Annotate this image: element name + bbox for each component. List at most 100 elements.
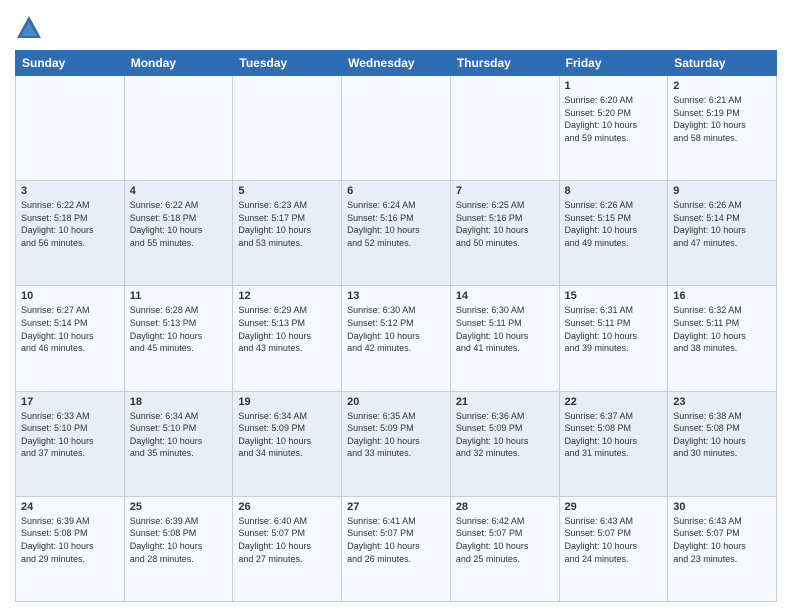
calendar-cell: 19Sunrise: 6:34 AM Sunset: 5:09 PM Dayli… — [233, 391, 342, 496]
cell-content: Sunrise: 6:22 AM Sunset: 5:18 PM Dayligh… — [130, 199, 228, 249]
calendar-cell: 17Sunrise: 6:33 AM Sunset: 5:10 PM Dayli… — [16, 391, 125, 496]
weekday-header: Saturday — [668, 51, 777, 76]
cell-content: Sunrise: 6:30 AM Sunset: 5:12 PM Dayligh… — [347, 304, 445, 354]
day-number: 16 — [673, 290, 771, 302]
day-number: 11 — [130, 290, 228, 302]
day-number: 17 — [21, 396, 119, 408]
calendar-row: 1 Sunrise: 6:20 AM Sunset: 5:20 PM Daylig… — [16, 76, 777, 181]
cell-content: Sunrise: 6:23 AM Sunset: 5:17 PM Dayligh… — [238, 199, 336, 249]
day-number: 8 — [565, 185, 663, 197]
cell-content: Sunrise: 6:22 AM Sunset: 5:18 PM Dayligh… — [21, 199, 119, 249]
cell-content: Sunrise: 6:25 AM Sunset: 5:16 PM Dayligh… — [456, 199, 554, 249]
page: SundayMondayTuesdayWednesdayThursdayFrid… — [0, 0, 792, 612]
weekday-header: Sunday — [16, 51, 125, 76]
calendar-cell: 12 Sunrise: 6:29 AM Sunset: 5:13 PM Dayli… — [233, 286, 342, 391]
day-number: 12 — [238, 290, 336, 302]
calendar-row: 24 Sunrise: 6:39 AM Sunset: 5:08 PM Dayli… — [16, 496, 777, 601]
cell-content: Sunrise: 6:42 AM Sunset: 5:07 PM Dayligh… — [456, 515, 554, 565]
calendar-cell: 22 Sunrise: 6:37 AM Sunset: 5:08 PM Dayli… — [559, 391, 668, 496]
calendar-cell: 18 Sunrise: 6:34 AM Sunset: 5:10 PM Dayli… — [124, 391, 233, 496]
calendar-cell: 25Sunrise: 6:39 AM Sunset: 5:08 PM Dayli… — [124, 496, 233, 601]
calendar-row: 3 Sunrise: 6:22 AM Sunset: 5:18 PM Daylig… — [16, 181, 777, 286]
day-number: 13 — [347, 290, 445, 302]
calendar-cell: 8 Sunrise: 6:26 AM Sunset: 5:15 PM Daylig… — [559, 181, 668, 286]
day-number: 30 — [673, 501, 771, 513]
logo-icon — [15, 14, 43, 42]
calendar-cell: 6Sunrise: 6:24 AM Sunset: 5:16 PM Daylig… — [342, 181, 451, 286]
weekday-header: Thursday — [450, 51, 559, 76]
cell-content: Sunrise: 6:34 AM Sunset: 5:10 PM Dayligh… — [130, 410, 228, 460]
weekday-header: Tuesday — [233, 51, 342, 76]
cell-content: Sunrise: 6:32 AM Sunset: 5:11 PM Dayligh… — [673, 304, 771, 354]
calendar-cell: 5 Sunrise: 6:23 AM Sunset: 5:17 PM Daylig… — [233, 181, 342, 286]
cell-content: Sunrise: 6:31 AM Sunset: 5:11 PM Dayligh… — [565, 304, 663, 354]
day-number: 28 — [456, 501, 554, 513]
day-number: 22 — [565, 396, 663, 408]
day-number: 27 — [347, 501, 445, 513]
calendar-cell: 26 Sunrise: 6:40 AM Sunset: 5:07 PM Dayli… — [233, 496, 342, 601]
day-number: 23 — [673, 396, 771, 408]
day-number: 4 — [130, 185, 228, 197]
cell-content: Sunrise: 6:35 AM Sunset: 5:09 PM Dayligh… — [347, 410, 445, 460]
calendar-cell: 28 Sunrise: 6:42 AM Sunset: 5:07 PM Dayli… — [450, 496, 559, 601]
weekday-header: Wednesday — [342, 51, 451, 76]
day-number: 10 — [21, 290, 119, 302]
calendar-cell: 3 Sunrise: 6:22 AM Sunset: 5:18 PM Daylig… — [16, 181, 125, 286]
day-number: 26 — [238, 501, 336, 513]
calendar-cell: 14 Sunrise: 6:30 AM Sunset: 5:11 PM Dayli… — [450, 286, 559, 391]
cell-content: Sunrise: 6:38 AM Sunset: 5:08 PM Dayligh… — [673, 410, 771, 460]
day-number: 7 — [456, 185, 554, 197]
cell-content: Sunrise: 6:43 AM Sunset: 5:07 PM Dayligh… — [673, 515, 771, 565]
calendar-cell: 30 Sunrise: 6:43 AM Sunset: 5:07 PM Dayli… — [668, 496, 777, 601]
calendar-row: 10 Sunrise: 6:27 AM Sunset: 5:14 PM Dayli… — [16, 286, 777, 391]
calendar-cell — [450, 76, 559, 181]
calendar-cell: 2 Sunrise: 6:21 AM Sunset: 5:19 PM Daylig… — [668, 76, 777, 181]
calendar-cell — [342, 76, 451, 181]
day-number: 2 — [673, 80, 771, 92]
calendar-cell: 20 Sunrise: 6:35 AM Sunset: 5:09 PM Dayli… — [342, 391, 451, 496]
day-number: 21 — [456, 396, 554, 408]
calendar-cell: 27 Sunrise: 6:41 AM Sunset: 5:07 PM Dayli… — [342, 496, 451, 601]
day-number: 24 — [21, 501, 119, 513]
calendar-cell — [16, 76, 125, 181]
cell-content: Sunrise: 6:26 AM Sunset: 5:14 PM Dayligh… — [673, 199, 771, 249]
cell-content: Sunrise: 6:28 AM Sunset: 5:13 PM Dayligh… — [130, 304, 228, 354]
cell-content: Sunrise: 6:26 AM Sunset: 5:15 PM Dayligh… — [565, 199, 663, 249]
calendar-cell: 10 Sunrise: 6:27 AM Sunset: 5:14 PM Dayli… — [16, 286, 125, 391]
day-number: 14 — [456, 290, 554, 302]
calendar-cell: 29 Sunrise: 6:43 AM Sunset: 5:07 PM Dayli… — [559, 496, 668, 601]
day-number: 20 — [347, 396, 445, 408]
cell-content: Sunrise: 6:41 AM Sunset: 5:07 PM Dayligh… — [347, 515, 445, 565]
cell-content: Sunrise: 6:37 AM Sunset: 5:08 PM Dayligh… — [565, 410, 663, 460]
cell-content: Sunrise: 6:34 AM Sunset: 5:09 PM Dayligh… — [238, 410, 336, 460]
calendar-table: SundayMondayTuesdayWednesdayThursdayFrid… — [15, 50, 777, 602]
calendar-cell: 13 Sunrise: 6:30 AM Sunset: 5:12 PM Dayli… — [342, 286, 451, 391]
calendar-cell: 24Sunrise: 6:39 AM Sunset: 5:08 PM Dayli… — [16, 496, 125, 601]
weekday-header: Friday — [559, 51, 668, 76]
cell-content: Sunrise: 6:40 AM Sunset: 5:07 PM Dayligh… — [238, 515, 336, 565]
calendar-cell: 1 Sunrise: 6:20 AM Sunset: 5:20 PM Daylig… — [559, 76, 668, 181]
cell-content: Sunrise: 6:20 AM Sunset: 5:20 PM Dayligh… — [565, 94, 663, 144]
day-number: 15 — [565, 290, 663, 302]
cell-content: Sunrise: 6:27 AM Sunset: 5:14 PM Dayligh… — [21, 304, 119, 354]
calendar-cell: 7 Sunrise: 6:25 AM Sunset: 5:16 PM Daylig… — [450, 181, 559, 286]
logo — [15, 14, 47, 42]
weekday-header: Monday — [124, 51, 233, 76]
cell-content: Sunrise: 6:43 AM Sunset: 5:07 PM Dayligh… — [565, 515, 663, 565]
calendar-cell: 9Sunrise: 6:26 AM Sunset: 5:14 PM Daylig… — [668, 181, 777, 286]
day-number: 18 — [130, 396, 228, 408]
cell-content: Sunrise: 6:21 AM Sunset: 5:19 PM Dayligh… — [673, 94, 771, 144]
cell-content: Sunrise: 6:30 AM Sunset: 5:11 PM Dayligh… — [456, 304, 554, 354]
calendar-body: 1 Sunrise: 6:20 AM Sunset: 5:20 PM Daylig… — [16, 76, 777, 602]
calendar-cell: 11 Sunrise: 6:28 AM Sunset: 5:13 PM Dayli… — [124, 286, 233, 391]
header — [15, 10, 777, 42]
calendar-cell: 21Sunrise: 6:36 AM Sunset: 5:09 PM Dayli… — [450, 391, 559, 496]
day-number: 3 — [21, 185, 119, 197]
cell-content: Sunrise: 6:29 AM Sunset: 5:13 PM Dayligh… — [238, 304, 336, 354]
day-number: 29 — [565, 501, 663, 513]
day-number: 5 — [238, 185, 336, 197]
calendar-header: SundayMondayTuesdayWednesdayThursdayFrid… — [16, 51, 777, 76]
day-number: 1 — [565, 80, 663, 92]
calendar-cell — [233, 76, 342, 181]
cell-content: Sunrise: 6:39 AM Sunset: 5:08 PM Dayligh… — [130, 515, 228, 565]
